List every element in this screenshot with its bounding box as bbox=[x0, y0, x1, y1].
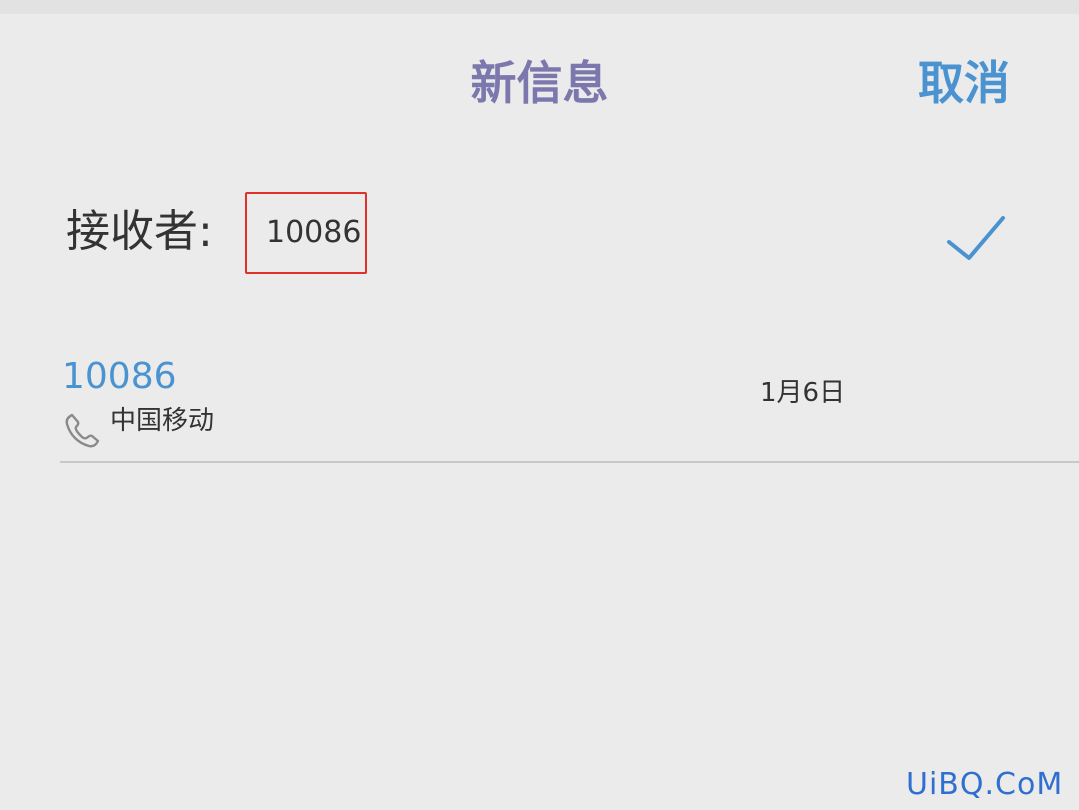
contact-suggestion-row[interactable]: 10086 中国移动 1月6日 bbox=[60, 345, 1079, 463]
recipient-label: 接收者: bbox=[66, 206, 213, 257]
contact-number: 10086 bbox=[62, 356, 177, 397]
watermark: UiBQ.CoM bbox=[906, 767, 1064, 802]
contact-name: 中国移动 bbox=[110, 406, 215, 436]
checkmark-icon bbox=[947, 216, 1005, 260]
phone-icon bbox=[65, 413, 100, 448]
status-bar-strip bbox=[0, 0, 1079, 14]
cancel-button[interactable]: 取消 bbox=[918, 52, 1010, 114]
contact-date: 1月6日 bbox=[760, 378, 846, 408]
recipient-input[interactable] bbox=[266, 212, 366, 254]
confirm-button[interactable] bbox=[943, 210, 1009, 270]
